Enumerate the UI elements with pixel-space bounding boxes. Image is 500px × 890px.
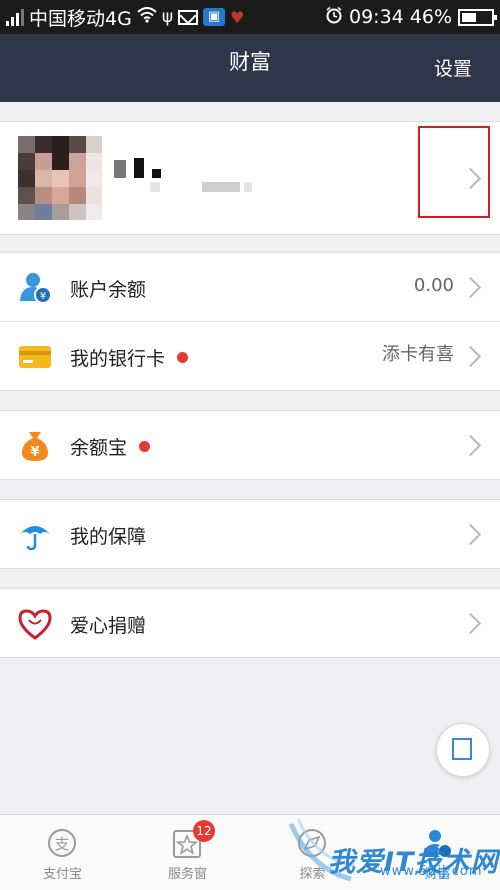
settings-button[interactable]: 设置 <box>434 54 472 81</box>
app-header: 财富 设置 <box>0 34 500 102</box>
chevron-right-icon <box>459 345 482 368</box>
balance-label: 账户余额 <box>70 279 147 301</box>
profile-card[interactable] <box>0 121 500 235</box>
carrier-label: 中国移动4G <box>29 7 132 30</box>
yuebao-group: ¥ 余额宝 <box>0 410 500 480</box>
list-item-bank-card[interactable]: 我的银行卡 添卡有喜 <box>0 321 500 390</box>
page-title: 财富 <box>229 50 271 74</box>
red-dot-badge <box>139 441 151 452</box>
tab-explore[interactable]: 探索 <box>250 815 375 890</box>
insurance-group: 我的保障 <box>0 499 500 569</box>
svg-text:¥: ¥ <box>40 291 46 302</box>
account-group: ¥ 账户余额 0.00 我的银行卡 添卡有喜 <box>0 252 500 391</box>
tab-service[interactable]: 12 服务窗 <box>125 815 250 890</box>
notification-badge: 12 <box>193 820 215 842</box>
usb-icon: ψ <box>161 7 174 27</box>
charity-group: 爱心捐赠 <box>0 588 500 658</box>
highlight-box <box>418 126 490 218</box>
profile-name-redacted <box>114 158 161 178</box>
battery-percent: 46% <box>409 6 452 28</box>
chevron-right-icon <box>459 612 482 635</box>
wealth-icon <box>419 827 455 863</box>
image-icon <box>452 738 472 760</box>
tab-label: 财富 <box>424 867 451 882</box>
chevron-right-icon <box>459 523 482 546</box>
avatar[interactable] <box>18 136 102 220</box>
red-dot-badge <box>177 352 189 363</box>
chevron-right-icon <box>459 434 482 457</box>
account-id-redacted <box>150 182 252 192</box>
alipay-icon: 支 <box>44 827 80 863</box>
charity-label: 爱心捐赠 <box>70 615 147 637</box>
mail-icon <box>178 9 199 25</box>
tab-bar: 支 支付宝 12 服务窗 探索 财富 <box>0 814 500 890</box>
money-bag-icon: ¥ <box>18 429 52 463</box>
battery-icon <box>458 8 497 26</box>
list-item-charity[interactable]: 爱心捐赠 <box>0 589 500 657</box>
screenshot-float-button[interactable] <box>436 723 490 777</box>
umbrella-icon <box>18 518 52 552</box>
insurance-label: 我的保障 <box>70 526 147 548</box>
list-item-insurance[interactable]: 我的保障 <box>0 500 500 568</box>
tab-label: 服务窗 <box>167 867 207 882</box>
chevron-right-icon <box>459 276 482 299</box>
tab-wealth[interactable]: 财富 <box>375 815 500 890</box>
bank-card-label: 我的银行卡 <box>70 344 189 371</box>
bank-card-icon <box>18 340 52 374</box>
notification-heart-icon: ♥ <box>230 7 245 27</box>
svg-text:支: 支 <box>54 835 69 853</box>
yuebao-label: 余额宝 <box>70 433 151 460</box>
svg-text:¥: ¥ <box>30 445 39 460</box>
bank-card-promo: 添卡有喜 <box>382 344 454 365</box>
wifi-icon <box>137 6 157 28</box>
clock-text: 09:34 <box>349 6 404 28</box>
status-bar: 中国移动4G ψ ▣ ♥ 09:34 46% <box>0 0 500 34</box>
tab-alipay[interactable]: 支 支付宝 <box>0 815 125 890</box>
explore-icon <box>294 827 330 863</box>
tab-label: 支付宝 <box>42 867 82 882</box>
user-balance-icon: ¥ <box>18 271 52 305</box>
heart-icon <box>18 607 52 641</box>
balance-value: 0.00 <box>413 275 454 296</box>
list-item-balance[interactable]: ¥ 账户余额 0.00 <box>0 253 500 321</box>
list-item-yuebao[interactable]: ¥ 余额宝 <box>0 411 500 479</box>
toolbox-icon: ▣ <box>203 8 226 26</box>
tab-label: 探索 <box>299 867 326 882</box>
alarm-icon <box>325 6 343 29</box>
signal-icon <box>6 8 24 26</box>
